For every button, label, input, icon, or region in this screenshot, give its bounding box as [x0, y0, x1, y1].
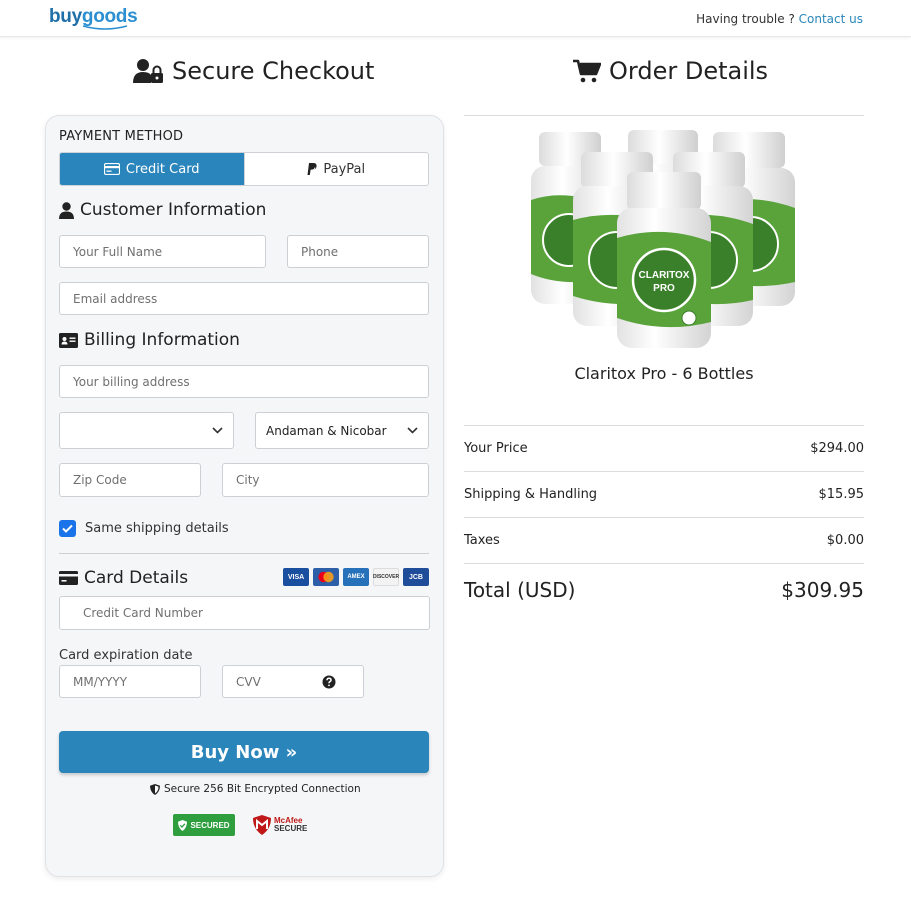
shopping-cart-icon — [573, 59, 601, 83]
total-label: Total (USD) — [464, 578, 576, 602]
top-bar: buygoods Having trouble ? Contact us — [0, 0, 911, 37]
logo-buy-text: buy — [49, 6, 82, 27]
discover-icon: DISCOVER — [373, 568, 399, 586]
shield-icon — [150, 783, 160, 795]
logo-swoosh-icon — [82, 25, 128, 30]
tab-paypal-label: PayPal — [323, 161, 366, 177]
chevron-down-icon — [212, 427, 223, 434]
price-value: $294.00 — [810, 441, 864, 456]
contact-us-link[interactable]: Contact us — [799, 12, 863, 26]
order-details-title: Order Details — [609, 57, 769, 85]
state-select-value: Andaman & Nicobar — [266, 423, 387, 438]
help-text: Having trouble ? Contact us — [696, 12, 863, 26]
billing-address-input[interactable] — [59, 365, 429, 398]
bottle-label-brand: CLARITOX — [639, 270, 690, 281]
total-row: Total (USD) $309.95 — [464, 578, 864, 602]
shipping-row: Shipping & Handling $15.95 — [464, 471, 864, 517]
jcb-label: JCB — [408, 573, 423, 581]
zip-code-input[interactable] — [59, 463, 201, 497]
customer-info-heading: Customer Information — [59, 200, 266, 220]
mcafee-secure-badge: McAfee SECURE — [253, 815, 307, 835]
price-label: Your Price — [464, 441, 528, 456]
checkmark-icon — [62, 524, 73, 533]
trust-secured-badge: SECURED — [173, 814, 235, 836]
chevron-down-icon — [407, 427, 418, 434]
user-lock-icon — [133, 59, 163, 83]
product-name: Claritox Pro - 6 Bottles — [574, 364, 754, 383]
shipping-value: $15.95 — [818, 487, 865, 502]
trust-badge-text: SECURED — [190, 820, 230, 830]
price-row: Your Price $294.00 — [464, 425, 864, 471]
payment-method-label: PAYMENT METHOD — [59, 129, 184, 144]
tab-paypal[interactable]: PayPal — [243, 153, 429, 185]
visa-icon: VISA — [283, 568, 309, 586]
credit-card-icon — [59, 571, 78, 585]
buy-now-button[interactable]: Buy Now » — [59, 731, 429, 773]
secure-connection-note: Secure 256 Bit Encrypted Connection — [150, 783, 361, 795]
card-details-heading: Card Details — [59, 568, 188, 588]
same-shipping-row[interactable]: Same shipping details — [59, 520, 229, 537]
taxes-value: $0.00 — [826, 533, 864, 548]
secure-checkout-heading: Secure Checkout — [133, 57, 374, 85]
taxes-label: Taxes — [464, 533, 500, 548]
mastercard-circles — [318, 571, 334, 583]
order-top-divider — [464, 115, 864, 116]
cvv-field[interactable]: CVV — [222, 665, 364, 698]
bottle-label-pro: PRO — [653, 283, 675, 294]
total-value: $309.95 — [781, 578, 864, 602]
payment-method-tabs: Credit Card PayPal — [59, 152, 429, 186]
shield-check-icon — [178, 819, 188, 831]
amex-icon: AMEX — [343, 568, 369, 586]
accepted-cards: VISA AMEX DISCOVER JCB — [283, 568, 429, 586]
expiry-input[interactable] — [59, 665, 201, 698]
shipping-label: Shipping & Handling — [464, 487, 598, 502]
security-badges: SECURED McAfee SECURE — [173, 814, 307, 836]
tab-credit-card[interactable]: Credit Card — [60, 153, 244, 185]
help-label: Having trouble ? — [696, 12, 799, 26]
logo-goods-text: goods — [81, 6, 138, 27]
city-input[interactable] — [222, 463, 429, 497]
question-circle-icon[interactable] — [322, 675, 336, 689]
jcb-icon: JCB — [403, 568, 429, 586]
expiration-label: Card expiration date — [59, 648, 193, 663]
amex-label: AMEX — [347, 574, 365, 580]
discover-label: DISCOVER — [372, 574, 400, 580]
state-select[interactable]: Andaman & Nicobar — [255, 412, 429, 449]
secure-note-text: Secure 256 Bit Encrypted Connection — [164, 783, 361, 795]
credit-card-icon — [103, 163, 120, 175]
customer-info-title: Customer Information — [80, 200, 267, 220]
email-input[interactable] — [59, 282, 429, 315]
product-image: CLARITOX PRO — [531, 130, 795, 348]
card-number-input[interactable] — [59, 596, 430, 630]
country-select[interactable] — [59, 412, 234, 449]
order-details-heading: Order Details — [573, 57, 768, 85]
user-icon — [59, 201, 74, 219]
mcafee-secure-text: SECURE — [274, 824, 308, 833]
cvv-placeholder: CVV — [236, 674, 261, 689]
total-divider — [464, 563, 864, 564]
mastercard-icon — [313, 568, 339, 586]
full-name-input[interactable] — [59, 235, 266, 268]
billing-info-title: Billing Information — [84, 330, 240, 350]
billing-info-heading: Billing Information — [59, 330, 240, 350]
secure-checkout-title: Secure Checkout — [172, 57, 375, 85]
bottle-front: CLARITOX PRO — [617, 172, 711, 348]
paypal-icon — [307, 163, 317, 175]
phone-input[interactable] — [287, 235, 429, 268]
same-shipping-checkbox[interactable] — [59, 520, 76, 537]
card-details-title: Card Details — [84, 568, 189, 588]
id-card-icon — [59, 332, 78, 348]
same-shipping-label: Same shipping details — [85, 521, 229, 536]
section-divider — [59, 553, 429, 554]
mcafee-shield-icon — [253, 815, 271, 835]
tab-credit-card-label: Credit Card — [125, 161, 200, 177]
visa-label: VISA — [287, 573, 305, 581]
taxes-row: Taxes $0.00 — [464, 517, 864, 563]
